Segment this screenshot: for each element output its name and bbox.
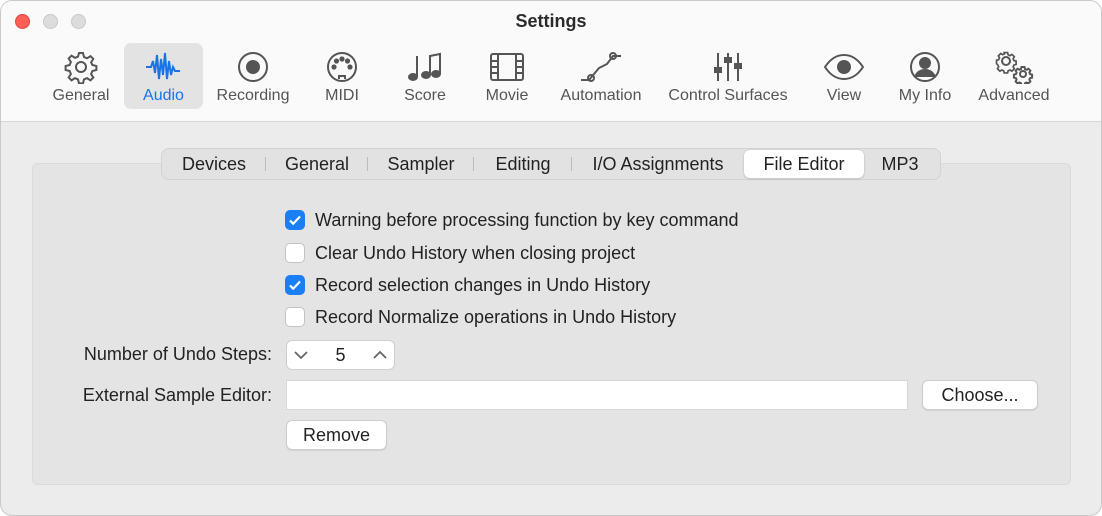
toolbar-view-label: View xyxy=(826,87,862,104)
automation-curve-icon xyxy=(581,52,621,82)
toolbar-general[interactable]: General xyxy=(45,43,117,109)
chevron-down-icon xyxy=(294,351,308,360)
sample-editor-path-field[interactable] xyxy=(286,380,908,410)
toolbar-my-info[interactable]: My Info xyxy=(891,43,959,109)
toolbar-midi-label: MIDI xyxy=(325,87,359,104)
toolbar-movie-label: Movie xyxy=(485,87,529,104)
tab-sampler[interactable]: Sampler xyxy=(368,150,474,178)
toolbar-control-surfaces-label: Control Surfaces xyxy=(668,87,788,104)
title-bar: Settings General Audio Recording MIDI Sc… xyxy=(1,1,1101,122)
record-icon xyxy=(238,52,268,82)
window-title: Settings xyxy=(515,11,587,31)
gear-icon xyxy=(64,52,98,84)
sample-editor-label: External Sample Editor: xyxy=(82,385,272,405)
tab-io-assignments[interactable]: I/O Assignments xyxy=(572,150,744,178)
gears-icon xyxy=(995,51,1034,84)
tab-mp3[interactable]: MP3 xyxy=(864,150,936,178)
option-row: Record Normalize operations in Undo Hist… xyxy=(285,305,676,329)
film-icon xyxy=(490,53,524,81)
toolbar-movie[interactable]: Movie xyxy=(477,43,537,109)
choose-button[interactable]: Choose... xyxy=(922,380,1038,410)
music-notes-icon xyxy=(408,52,441,81)
toolbar-audio[interactable]: Audio xyxy=(124,43,203,109)
settings-window: Settings General Audio Recording MIDI Sc… xyxy=(0,0,1102,516)
faders-icon xyxy=(714,53,742,81)
undo-steps-label: Number of Undo Steps: xyxy=(83,344,272,364)
person-icon xyxy=(910,52,940,82)
record-normalize-checkbox[interactable] xyxy=(285,307,305,327)
option-label: Record selection changes in Undo History xyxy=(315,274,651,295)
clear-undo-history-checkbox[interactable] xyxy=(285,243,305,263)
undo-steps-decrement[interactable] xyxy=(287,341,315,369)
warning-key-command-checkbox[interactable] xyxy=(285,210,305,230)
toolbar-automation[interactable]: Automation xyxy=(553,43,649,109)
toolbar-recording-label: Recording xyxy=(216,87,290,104)
undo-steps-stepper: 5 xyxy=(286,340,395,370)
toolbar-recording[interactable]: Recording xyxy=(211,43,295,109)
undo-steps-value[interactable]: 5 xyxy=(335,345,345,366)
record-selection-changes-checkbox[interactable] xyxy=(285,275,305,295)
undo-steps-increment[interactable] xyxy=(366,341,394,369)
toolbar-automation-label: Automation xyxy=(560,87,642,104)
settings-tab-bar: Devices General Sampler Editing I/O Assi… xyxy=(161,148,941,180)
checkmark-icon xyxy=(289,280,301,291)
toolbar-advanced[interactable]: Advanced xyxy=(971,43,1057,109)
tab-file-editor[interactable]: File Editor xyxy=(744,150,864,178)
toolbar-control-surfaces[interactable]: Control Surfaces xyxy=(661,43,795,109)
tab-devices[interactable]: Devices xyxy=(162,150,266,178)
option-label: Record Normalize operations in Undo Hist… xyxy=(315,306,677,327)
option-row: Clear Undo History when closing project xyxy=(285,241,635,265)
option-row: Record selection changes in Undo History xyxy=(285,273,650,297)
option-row: Warning before processing function by ke… xyxy=(285,208,739,232)
eye-icon xyxy=(823,53,865,81)
chevron-up-icon xyxy=(373,350,387,359)
toolbar-midi[interactable]: MIDI xyxy=(311,43,373,109)
toolbar-my-info-label: My Info xyxy=(898,87,952,104)
toolbar-score[interactable]: Score xyxy=(395,43,455,109)
toolbar-audio-label: Audio xyxy=(143,87,184,104)
toolbar-advanced-label: Advanced xyxy=(978,87,1050,104)
toolbar-general-label: General xyxy=(52,87,110,104)
option-label: Clear Undo History when closing project xyxy=(315,242,636,263)
waveform-icon xyxy=(145,52,180,80)
checkmark-icon xyxy=(289,215,301,226)
tab-editing[interactable]: Editing xyxy=(474,150,572,178)
remove-button[interactable]: Remove xyxy=(286,420,387,450)
option-label: Warning before processing function by ke… xyxy=(315,209,739,230)
toolbar-score-label: Score xyxy=(404,87,446,104)
toolbar-view[interactable]: View xyxy=(815,43,873,109)
tab-general[interactable]: General xyxy=(266,150,368,178)
midi-connector-icon xyxy=(327,52,357,82)
